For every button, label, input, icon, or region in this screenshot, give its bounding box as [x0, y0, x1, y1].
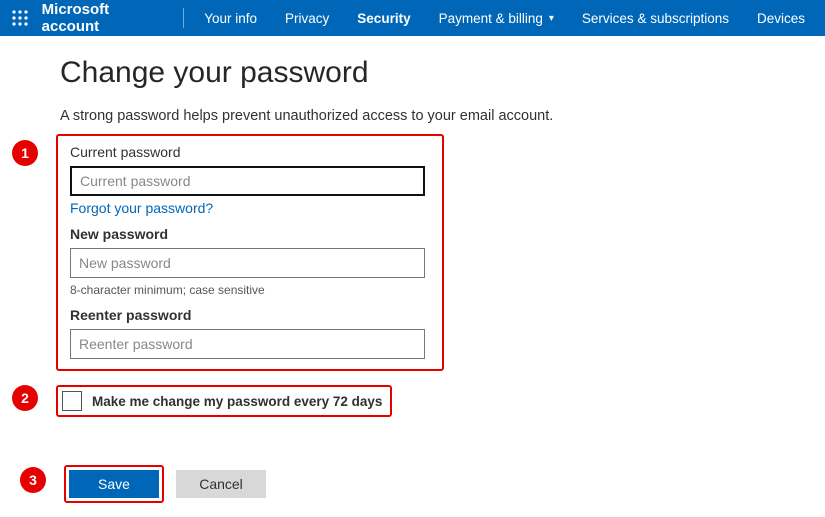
nav-privacy[interactable]: Privacy: [271, 11, 343, 26]
nav-devices[interactable]: Devices: [743, 11, 819, 26]
nav-separator: [183, 8, 184, 28]
nav-services[interactable]: Services & subscriptions: [568, 11, 743, 26]
apps-grid-icon[interactable]: [6, 4, 34, 32]
top-nav: Microsoft account Your info Privacy Secu…: [0, 0, 825, 36]
chevron-down-icon: ▾: [549, 13, 554, 24]
nav-payment-label: Payment & billing: [439, 11, 543, 26]
new-password-input[interactable]: [70, 248, 425, 278]
new-password-hint: 8-character minimum; case sensitive: [70, 283, 430, 297]
annotation-badge-2: 2: [12, 385, 38, 411]
page-subtitle: A strong password helps prevent unauthor…: [60, 108, 825, 124]
save-button[interactable]: Save: [69, 470, 159, 498]
annotation-badge-3: 3: [20, 467, 46, 493]
current-password-label: Current password: [70, 144, 430, 160]
nav-payment-billing[interactable]: Payment & billing ▾: [425, 11, 568, 26]
brand-link[interactable]: Microsoft account: [42, 1, 184, 35]
expire-password-label: Make me change my password every 72 days: [92, 394, 382, 409]
password-fields-group: Current password Forgot your password? N…: [56, 134, 444, 371]
nav-your-info[interactable]: Your info: [190, 11, 271, 26]
expire-password-checkbox[interactable]: [62, 391, 82, 411]
page-title: Change your password: [60, 56, 825, 90]
forgot-password-link[interactable]: Forgot your password?: [70, 200, 213, 216]
expire-checkbox-group: Make me change my password every 72 days: [56, 385, 392, 417]
reenter-password-label: Reenter password: [70, 307, 430, 323]
main-content: Change your password A strong password h…: [0, 36, 825, 503]
current-password-input[interactable]: [70, 166, 425, 196]
cancel-button[interactable]: Cancel: [176, 470, 266, 498]
annotation-badge-1: 1: [12, 140, 38, 166]
save-button-highlight: Save: [64, 465, 164, 503]
new-password-label: New password: [70, 226, 430, 242]
reenter-password-input[interactable]: [70, 329, 425, 359]
nav-security[interactable]: Security: [343, 11, 424, 26]
